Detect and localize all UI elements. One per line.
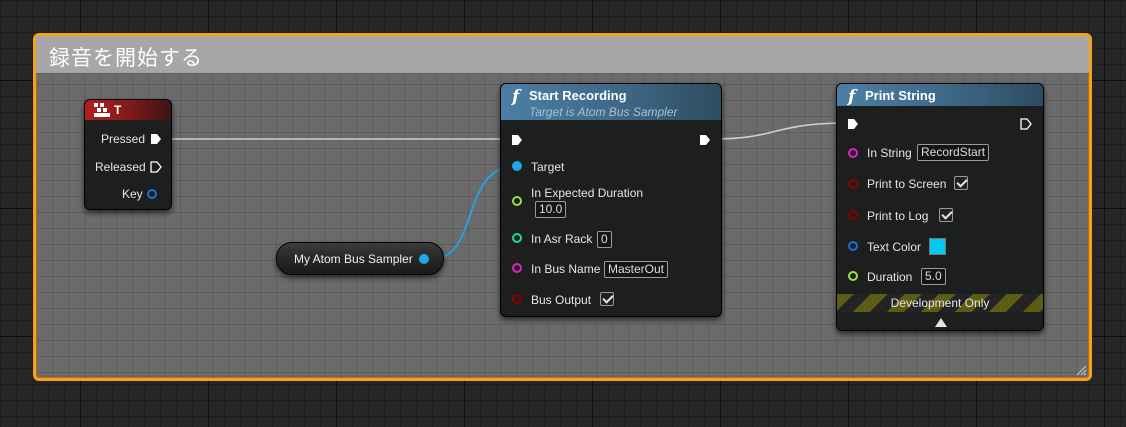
asr-rack-pin[interactable] [512,233,522,243]
expected-duration-pin[interactable] [512,196,522,206]
expand-arrow-icon[interactable] [935,318,947,327]
print-string-exec-in[interactable] [847,118,859,130]
start-recording-title: Start Recording [529,88,627,103]
print-to-log-checkbox[interactable] [939,208,953,222]
print-to-screen-label: Print to Screen [867,177,947,191]
print-to-screen-checkbox[interactable] [954,176,968,190]
duration-input[interactable]: 5.0 [921,268,946,285]
duration-pin[interactable] [848,271,858,281]
in-string-label: In String [867,146,912,160]
in-string-input[interactable]: RecordStart [917,144,990,161]
duration-field-wrap: 5.0 [921,268,946,285]
print-to-log-label: Print to Log [867,209,929,223]
asr-rack-field-wrap: 0 [597,231,612,248]
key-pin-label: Key [122,187,143,201]
print-string-title: Print String [865,88,936,103]
comment-header[interactable]: 録音を開始する [36,36,1089,74]
duration-label: Duration [867,270,913,284]
bus-output-checkbox[interactable] [600,292,614,306]
pressed-pin-label: Pressed [101,132,146,146]
bus-name-field-wrap: MasterOut [604,261,669,278]
text-color-swatch[interactable] [929,238,946,255]
text-color-pin[interactable] [848,241,858,251]
start-recording-node[interactable]: f Start Recording Target is Atom Bus Sam… [500,83,722,317]
bus-name-pin[interactable] [512,263,522,273]
target-pin[interactable] [512,161,522,171]
start-recording-exec-in[interactable] [511,134,523,146]
print-string-exec-out[interactable] [1020,118,1032,130]
print-string-node[interactable]: f Print String In String RecordStart Pri… [836,83,1044,331]
expected-duration-field-wrap: 10.0 [535,201,567,218]
keyboard-icon [94,103,110,117]
released-exec-pin[interactable] [150,161,162,173]
comment-title[interactable]: 録音を開始する [49,42,203,72]
in-string-field-wrap: RecordStart [917,144,990,161]
text-color-label: Text Color [867,240,922,254]
start-recording-subtitle: Target is Atom Bus Sampler [529,105,678,119]
bus-output-pin[interactable] [512,294,522,304]
bus-output-label: Bus Output [531,293,592,307]
expected-duration-label: In Expected Duration [531,186,644,200]
variable-node-atom-bus-sampler[interactable]: My Atom Bus Sampler [276,242,444,275]
function-icon: f [848,87,856,107]
function-icon: f [512,87,520,107]
in-string-pin[interactable] [848,148,858,158]
pressed-exec-pin[interactable] [150,133,162,145]
key-struct-pin[interactable] [147,189,157,199]
variable-output-pin[interactable] [419,254,429,264]
start-recording-exec-out[interactable] [699,134,711,146]
asr-rack-label: In Asr Rack [531,232,593,246]
development-only-label: Development Only [890,296,990,310]
asr-rack-input[interactable]: 0 [597,231,612,248]
key-node-title: T [114,103,122,117]
released-pin-label: Released [95,160,146,174]
print-to-log-pin[interactable] [848,210,858,220]
bus-name-label: In Bus Name [531,262,601,276]
expected-duration-input[interactable]: 10.0 [535,201,567,218]
target-label: Target [531,160,565,174]
variable-node-label: My Atom Bus Sampler [294,252,413,266]
resize-grip-icon[interactable] [1075,364,1087,376]
bus-name-input[interactable]: MasterOut [604,261,669,278]
key-event-node[interactable]: T Pressed Released Key [84,99,172,210]
print-to-screen-pin[interactable] [848,179,858,189]
